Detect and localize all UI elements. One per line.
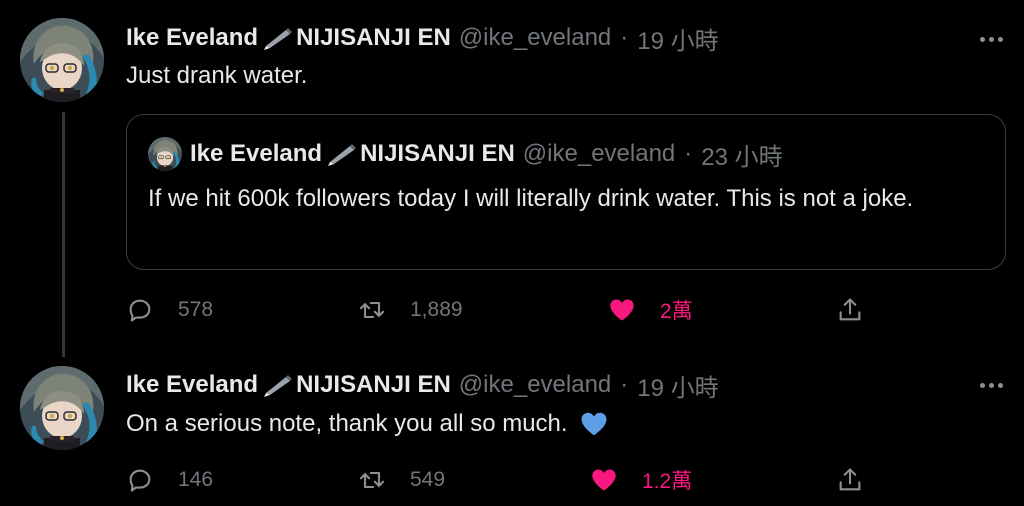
- reply-icon: [129, 299, 151, 322]
- more-options-icon[interactable]: [976, 24, 1006, 54]
- share-button[interactable]: [836, 460, 864, 500]
- display-name-suffix[interactable]: NIJISANJI EN: [296, 24, 451, 52]
- action-bar: 146 549 1.2萬: [126, 460, 886, 500]
- separator: ·: [620, 24, 629, 51]
- tweet-header: Ike Eveland NIJISANJI EN @ike_eveland · …: [126, 368, 719, 402]
- display-name[interactable]: Ike Eveland: [126, 371, 258, 399]
- quoted-tweet-text: If we hit 600k followers today I will li…: [148, 185, 914, 212]
- separator: ·: [684, 140, 693, 167]
- quoted-tweet[interactable]: Ike Eveland NIJISANJI EN @ike_eveland · …: [126, 114, 1006, 270]
- retweet-count: 549: [410, 468, 446, 491]
- heart-filled-icon: [610, 299, 634, 321]
- heart-filled-icon: [592, 469, 616, 491]
- like-count: 2萬: [660, 300, 693, 323]
- display-name: Ike Eveland: [190, 140, 323, 167]
- display-name-suffix[interactable]: NIJISANJI EN: [296, 371, 451, 399]
- retweet-icon: [359, 471, 385, 489]
- like-button[interactable]: 1.2萬: [590, 460, 692, 500]
- timestamp[interactable]: 19 小時: [637, 21, 718, 56]
- blue-heart-icon: [581, 412, 607, 436]
- like-count: 1.2萬: [642, 470, 693, 493]
- reply-button[interactable]: 578: [126, 290, 213, 330]
- handle: @ike_eveland: [522, 140, 676, 167]
- display-name-suffix: NIJISANJI EN: [360, 140, 515, 167]
- timestamp[interactable]: 19 小時: [637, 368, 718, 403]
- reply-icon: [129, 469, 151, 492]
- retweet-button[interactable]: 549: [358, 460, 445, 500]
- share-icon: [839, 298, 861, 321]
- avatar[interactable]: [20, 18, 104, 102]
- share-icon: [839, 468, 861, 491]
- reply-count: 146: [178, 468, 214, 491]
- fountain-pen-icon: [260, 373, 294, 397]
- display-name[interactable]: Ike Eveland: [126, 24, 258, 52]
- separator: ·: [620, 371, 629, 398]
- quoted-tweet-header: Ike Eveland NIJISANJI EN @ike_eveland · …: [190, 137, 783, 171]
- fountain-pen-icon: [260, 26, 294, 50]
- tweet-header: Ike Eveland NIJISANJI EN @ike_eveland · …: [126, 21, 719, 55]
- retweet-button[interactable]: 1,889: [358, 290, 463, 330]
- tweet-text-content: On a serious note, thank you all so much…: [126, 410, 568, 437]
- handle[interactable]: @ike_eveland: [459, 371, 611, 399]
- reply-count: 578: [178, 298, 214, 321]
- more-options-icon[interactable]: [976, 370, 1006, 400]
- retweet-icon: [359, 301, 385, 319]
- share-button[interactable]: [836, 290, 864, 330]
- timestamp: 23 小時: [701, 143, 783, 171]
- retweet-count: 1,889: [410, 298, 463, 321]
- thread-line: [62, 112, 65, 357]
- fountain-pen-icon: [324, 142, 358, 166]
- avatar[interactable]: [20, 366, 104, 450]
- handle[interactable]: @ike_eveland: [459, 24, 611, 52]
- like-button[interactable]: 2萬: [608, 290, 693, 330]
- action-bar: 578 1,889 2萬: [126, 290, 886, 330]
- reply-button[interactable]: 146: [126, 460, 213, 500]
- tweet-text: On a serious note, thank you all so much…: [126, 409, 610, 439]
- tweet-text: Just drank water.: [126, 62, 308, 89]
- avatar: [148, 137, 182, 171]
